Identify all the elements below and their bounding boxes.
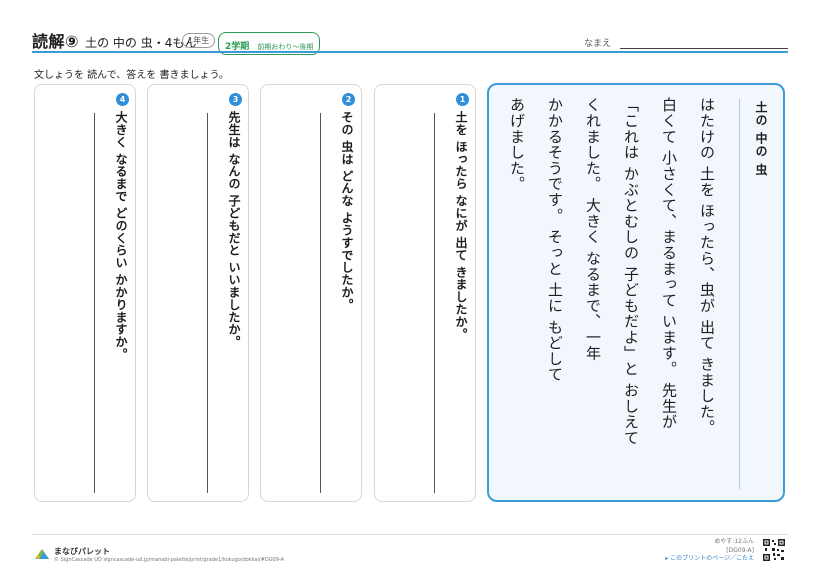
question-card-4: 4 大きく なるまで どのくらい かかりますか。 <box>34 84 136 502</box>
story-line-6: あげました。 <box>508 97 526 192</box>
time-estimate: めやす:12ふん <box>714 538 754 545</box>
question-text-2: その 虫は どんな ようすでしたか。 <box>340 111 354 311</box>
name-label: なまえ <box>584 39 612 49</box>
question-number-4: 4 <box>116 93 129 106</box>
story-line-2: 白くて 小さくて、まるまって います。 先生が <box>660 97 678 430</box>
brand-name: まなびパレット <box>54 547 110 556</box>
qr-code-icon[interactable] <box>762 538 786 562</box>
story-title: 土の 中の 虫 <box>754 101 768 177</box>
question-card-2: 2 その 虫は どんな ようすでしたか。 <box>260 84 362 502</box>
title-main: 読解⑨ <box>32 32 80 51</box>
worksheet-code: [DG09-A] <box>726 546 754 554</box>
footer-url[interactable]: © SignCascade UD signcascade-ud.jp/manab… <box>54 557 284 563</box>
question-text-3: 先生は なんの 子どもだと いいましたか。 <box>227 111 241 348</box>
palette-logo-icon <box>35 549 49 559</box>
footer-divider <box>32 534 788 535</box>
story-line-5: かかるそうです。 そっと 土に もどして <box>546 97 564 383</box>
question-text-1: 土を ほったら なにが 出て きましたか。 <box>454 111 468 341</box>
question-number-3: 3 <box>229 93 242 106</box>
question-card-1: 1 土を ほったら なにが 出て きましたか。 <box>374 84 476 502</box>
question-number-2: 2 <box>342 93 355 106</box>
worksheet-title: 読解⑨ 土の 中の 虫・4もん <box>32 28 196 52</box>
story-line-1: はたけの 土を ほったら、虫が 出て きました。 <box>698 97 716 436</box>
answer-line-1[interactable] <box>434 113 435 493</box>
question-number-1: 1 <box>456 93 469 106</box>
question-card-3: 3 先生は なんの 子どもだと いいましたか。 <box>147 84 249 502</box>
question-text-4: 大きく なるまで どのくらい かかりますか。 <box>114 111 128 361</box>
story-line-3: 「これは かぶとむしの 子どもだよ」と おしえて <box>622 97 640 446</box>
answer-line-4[interactable] <box>94 113 95 493</box>
title-subtitle: 土の 中の 虫・4もん <box>85 36 197 50</box>
answer-line-3[interactable] <box>207 113 208 493</box>
term-detail: 前期おわり〜後期 <box>257 43 314 51</box>
answer-page-link[interactable]: ▸ このプリントのページ／こたえ <box>665 555 754 564</box>
grade-badge: 1年生 <box>182 33 216 48</box>
story-line-4: くれました。 大きく なるまで、一年 <box>584 97 602 361</box>
answer-line-2[interactable] <box>320 113 321 493</box>
instruction-text: 文しょうを 読んで、答えを 書きましょう。 <box>34 70 229 81</box>
story-passage: 土の 中の 虫 はたけの 土を ほったら、虫が 出て きました。 白くて 小さく… <box>487 83 785 502</box>
name-field[interactable] <box>620 48 788 49</box>
story-title-divider <box>739 99 740 489</box>
header-divider <box>32 51 788 53</box>
footer-meta: めやす:12ふん [DG09-A] ▸ このプリントのページ／こたえ <box>665 538 754 564</box>
